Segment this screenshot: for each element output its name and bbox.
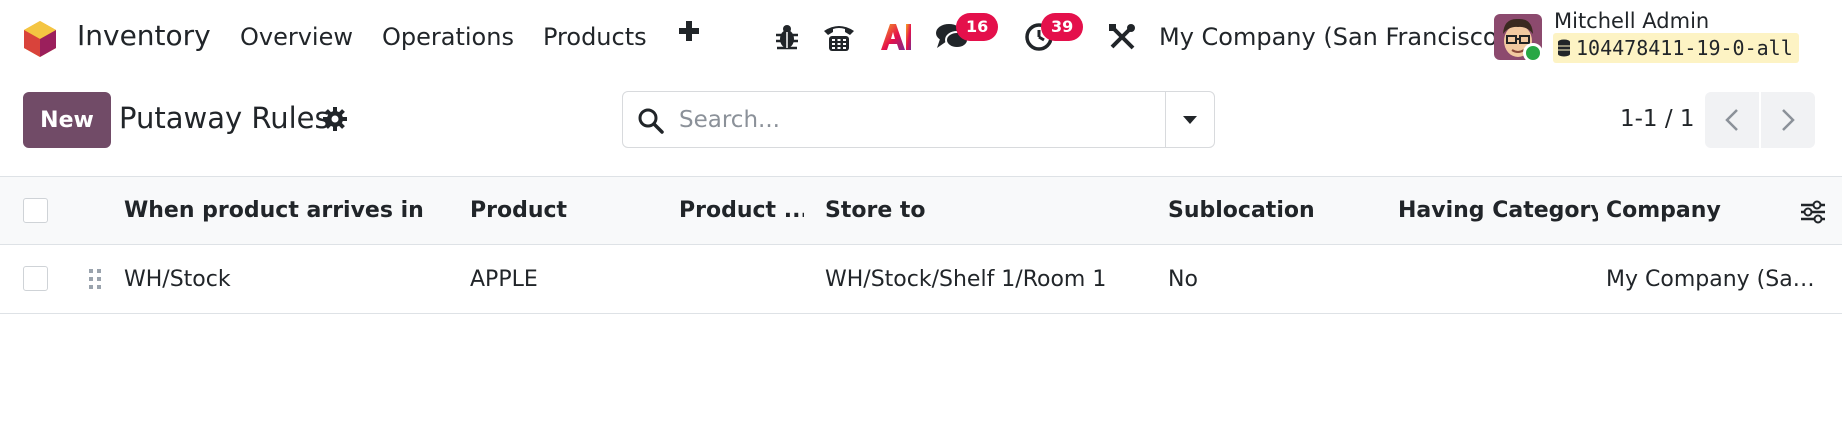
pager-previous-button[interactable] [1705,92,1759,148]
caret-down-icon [1183,115,1197,124]
column-header-store-to[interactable]: Store to [825,198,1145,223]
messages-badge: 16 [956,13,999,41]
search-input[interactable] [679,101,1149,139]
cell-company[interactable]: My Company (Sa… [1606,267,1831,292]
cell-sublocation[interactable]: No [1168,267,1388,292]
menu-item-overview[interactable]: Overview [240,23,353,51]
settings-tools-button[interactable] [1106,20,1138,54]
search-options-toggle[interactable] [1165,91,1215,148]
table-row[interactable]: WH/Stock APPLE WH/Stock/Shelf 1/Room 1 N… [0,245,1842,314]
chevron-left-icon [1725,109,1738,131]
app-name[interactable]: Inventory [77,19,211,52]
menu-item-operations[interactable]: Operations [382,23,514,51]
pager-next-button[interactable] [1761,92,1815,148]
column-header-location-in[interactable]: When product arrives in [124,198,454,223]
column-header-company[interactable]: Company [1606,198,1786,223]
phone-icon [824,26,854,51]
column-header-sublocation[interactable]: Sublocation [1168,198,1388,223]
online-status-dot [1523,43,1543,63]
cell-store-to[interactable]: WH/Stock/Shelf 1/Room 1 [825,267,1145,292]
row-checkbox[interactable] [23,266,48,291]
column-header-having-category[interactable]: Having Category [1398,198,1598,223]
drag-handle-icon[interactable] [86,265,104,293]
menu-item-products[interactable]: Products [543,23,647,51]
column-header-product[interactable]: Product [470,198,670,223]
new-button[interactable]: New [23,92,111,148]
column-header-product-category[interactable]: Product ... [679,198,804,223]
user-name[interactable]: Mitchell Admin [1554,9,1709,33]
database-icon [1558,39,1570,57]
company-switcher[interactable]: My Company (San Francisco) [1159,23,1507,51]
cell-location-in[interactable]: WH/Stock [124,267,454,292]
ai-button[interactable] [878,20,914,54]
chevron-right-icon [1782,109,1795,131]
select-all-checkbox[interactable] [23,198,48,223]
search-icon [638,108,664,134]
search-box [622,91,1166,148]
cell-product[interactable]: APPLE [470,267,670,292]
ai-icon [881,24,911,50]
plus-icon[interactable] [677,19,701,43]
pager-value[interactable]: 1-1 / 1 [1620,106,1695,132]
activities-badge: 39 [1041,13,1084,41]
top-navbar: Inventory Overview Operations Products 1… [0,0,1842,75]
database-chip: 104478411-19-0-all [1553,33,1799,63]
database-name: 104478411-19-0-all [1576,36,1793,60]
list-header: When product arrives in Product Product … [0,176,1842,245]
page-title: Putaway Rules [119,101,330,135]
debug-button[interactable] [772,20,802,54]
tools-icon [1109,24,1135,50]
phone-button[interactable] [820,20,858,54]
app-logo-icon[interactable] [22,20,58,58]
bug-icon [776,25,798,50]
optional-columns-icon[interactable] [1800,199,1826,225]
gear-icon[interactable] [322,106,348,132]
